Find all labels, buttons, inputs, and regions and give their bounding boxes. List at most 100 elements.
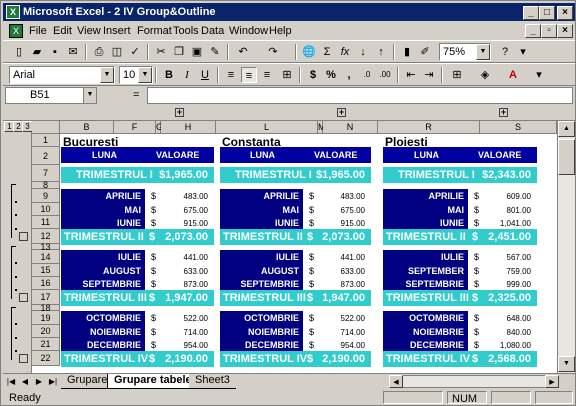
decrease-decimal-icon[interactable]: .00 <box>377 67 393 83</box>
redo-icon[interactable]: ↷ <box>265 44 281 60</box>
row-header-20[interactable]: 20 <box>32 325 60 338</box>
hyperlink-icon[interactable]: 🌐 <box>301 44 317 60</box>
column-header-n[interactable]: N <box>323 121 378 134</box>
menu-tools[interactable]: Tools <box>173 25 199 37</box>
undo-icon[interactable]: ↶ <box>235 44 251 60</box>
workbook-icon[interactable]: X <box>9 24 23 38</box>
align-center-icon[interactable]: ≡ <box>241 67 257 83</box>
select-all-corner[interactable] <box>32 121 60 134</box>
increase-indent-icon[interactable]: ⇥ <box>421 67 437 83</box>
increase-decimal-icon[interactable]: .0 <box>359 67 375 83</box>
bold-icon[interactable]: B <box>161 67 177 83</box>
font-color-icon[interactable]: A <box>505 67 521 83</box>
chevron-down-icon[interactable]: ▼ <box>476 44 490 60</box>
scroll-left-button[interactable]: ◀ <box>389 375 403 388</box>
toolbar-options-icon[interactable]: ▾ <box>515 44 531 60</box>
sort-descending-icon[interactable]: ↑ <box>373 44 389 60</box>
menu-file[interactable]: File <box>29 25 47 37</box>
formula-input[interactable] <box>147 87 573 104</box>
spelling-icon[interactable]: ✓ <box>127 44 143 60</box>
copy-icon[interactable]: ❐ <box>171 44 187 60</box>
doc-minimize-button[interactable]: _ <box>525 24 541 38</box>
column-header-h[interactable]: H <box>161 121 216 134</box>
row-header-21[interactable]: 21 <box>32 338 60 351</box>
currency-icon[interactable]: $ <box>305 67 321 83</box>
scroll-right-button[interactable]: ▶ <box>545 375 559 388</box>
doc-restore-button[interactable]: ▫ <box>541 24 557 38</box>
align-left-icon[interactable]: ≡ <box>223 67 239 83</box>
name-box[interactable]: B51 ▼ <box>5 87 97 104</box>
font-size-select[interactable]: 10 ▼ <box>119 66 153 84</box>
menu-edit[interactable]: Edit <box>53 25 72 37</box>
column-header-f[interactable]: F <box>114 121 156 134</box>
menu-insert[interactable]: Insert <box>103 25 131 37</box>
first-sheet-button[interactable]: |◀ <box>5 375 17 388</box>
sheet-tab-grupare-tabele[interactable]: Grupare tabele <box>107 374 199 389</box>
collapse-group-button[interactable] <box>19 232 28 241</box>
scroll-thumb[interactable] <box>558 139 575 175</box>
row-header-14[interactable]: 14 <box>32 250 60 264</box>
menu-help[interactable]: Help <box>269 25 292 37</box>
menu-data[interactable]: Data <box>201 25 224 37</box>
autosum-icon[interactable]: Σ <box>319 44 335 60</box>
prev-sheet-button[interactable]: ◀ <box>19 375 31 388</box>
expand-columns-button[interactable]: + <box>175 108 184 117</box>
decrease-indent-icon[interactable]: ⇤ <box>403 67 419 83</box>
last-sheet-button[interactable]: ▶| <box>47 375 59 388</box>
borders-icon[interactable]: ⊞ <box>449 67 465 83</box>
close-button[interactable]: × <box>557 6 573 20</box>
comma-style-icon[interactable]: , <box>341 67 357 83</box>
row-header-22[interactable]: 22 <box>32 351 60 366</box>
collapse-group-button[interactable] <box>19 293 28 302</box>
cut-icon[interactable]: ✂ <box>153 44 169 60</box>
column-header-l[interactable]: L <box>216 121 318 134</box>
column-header-b[interactable]: B <box>60 121 114 134</box>
print-preview-icon[interactable]: ◫ <box>109 44 125 60</box>
formula-equals[interactable]: = <box>133 89 139 101</box>
save-icon[interactable]: ▪ <box>47 44 63 60</box>
toolbar-options-icon[interactable]: ▾ <box>531 67 547 83</box>
function-icon[interactable]: fx <box>337 44 353 60</box>
chevron-down-icon[interactable]: ▼ <box>100 67 114 83</box>
row-header-9[interactable]: 9 <box>32 189 60 203</box>
column-header-r[interactable]: R <box>378 121 480 134</box>
excel-icon[interactable]: X <box>6 5 20 19</box>
merge-center-icon[interactable]: ⊞ <box>279 67 295 83</box>
expand-columns-button[interactable]: + <box>337 108 346 117</box>
drawing-icon[interactable]: ✐ <box>417 44 433 60</box>
row-header-2[interactable]: 2 <box>32 147 60 165</box>
align-right-icon[interactable]: ≡ <box>259 67 275 83</box>
menu-format[interactable]: Format <box>137 25 172 37</box>
fill-color-icon[interactable]: ◈ <box>477 67 493 83</box>
next-sheet-button[interactable]: ▶ <box>33 375 45 388</box>
menu-view[interactable]: View <box>77 25 101 37</box>
row-header-11[interactable]: 11 <box>32 216 60 229</box>
vertical-scrollbar[interactable]: ▲ ▼ <box>557 121 575 373</box>
mail-icon[interactable]: ✉ <box>65 44 81 60</box>
horizontal-scrollbar[interactable]: ◀ ▶ <box>389 375 559 388</box>
sheet-tab-grupare[interactable]: Grupare <box>61 374 114 389</box>
help-icon[interactable]: ? <box>497 44 513 60</box>
doc-close-button[interactable]: × <box>557 24 573 38</box>
sort-ascending-icon[interactable]: ↓ <box>355 44 371 60</box>
maximize-button[interactable]: □ <box>539 6 555 20</box>
scroll-up-button[interactable]: ▲ <box>558 121 575 137</box>
expand-columns-button[interactable]: + <box>499 108 508 117</box>
row-header-16[interactable]: 16 <box>32 277 60 290</box>
format-painter-icon[interactable]: ✎ <box>207 44 223 60</box>
underline-icon[interactable]: U <box>197 67 213 83</box>
collapse-group-button[interactable] <box>19 354 28 363</box>
menu-window[interactable]: Window <box>229 25 268 37</box>
sheet-tab-sheet3[interactable]: Sheet3 <box>189 374 236 389</box>
paste-icon[interactable]: ▣ <box>189 44 205 60</box>
new-icon[interactable]: ▯ <box>11 44 27 60</box>
row-header-19[interactable]: 19 <box>32 311 60 325</box>
percent-icon[interactable]: % <box>323 67 339 83</box>
row-header-15[interactable]: 15 <box>32 264 60 277</box>
zoom-select[interactable]: 75% ▼ <box>439 43 491 61</box>
row-header-8[interactable]: 8 <box>32 181 60 190</box>
row-header-1[interactable]: 1 <box>32 134 60 147</box>
open-icon[interactable]: ▰ <box>29 44 45 60</box>
minimize-button[interactable]: _ <box>523 6 539 20</box>
chevron-down-icon[interactable]: ▼ <box>83 88 96 103</box>
